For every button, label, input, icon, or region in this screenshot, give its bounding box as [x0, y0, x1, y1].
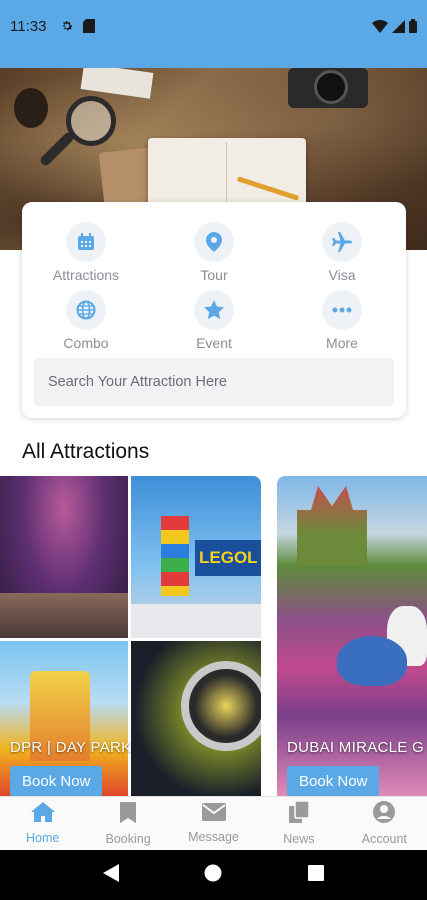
airplane-icon [322, 222, 362, 262]
status-time: 11:33 [10, 18, 47, 35]
sd-card-icon [83, 19, 96, 38]
globe-icon [66, 290, 106, 330]
attraction-card[interactable]: LEGOL DPR | DAY PARK Book Now [0, 476, 261, 796]
category-label: Attractions [52, 267, 120, 283]
calendar-icon [66, 222, 106, 262]
category-combo[interactable]: Combo [22, 290, 150, 351]
nav-item-news[interactable]: News [256, 797, 341, 850]
status-bar: 11:33 [0, 0, 427, 68]
category-attractions[interactable]: Attractions [22, 222, 150, 283]
home-circle-icon[interactable] [204, 864, 222, 887]
recents-square-icon[interactable] [308, 864, 325, 886]
category-label: Combo [63, 335, 109, 351]
category-card: Attractions Tour Visa Combo Event More S… [22, 202, 406, 418]
nav-label: News [283, 832, 315, 846]
category-grid: Attractions Tour Visa Combo Event More [22, 222, 406, 351]
category-label: More [326, 335, 358, 351]
book-now-button[interactable]: Book Now [10, 766, 103, 796]
nav-item-message[interactable]: Message [171, 797, 256, 850]
nav-item-home[interactable]: Home [0, 797, 85, 850]
back-icon[interactable] [102, 863, 119, 887]
signal-icon [392, 19, 405, 38]
envelope-icon [201, 803, 226, 826]
settings-gear-icon [60, 19, 74, 38]
attraction-name: DUBAI MIRACLE G [287, 739, 425, 756]
attraction-card[interactable]: DUBAI MIRACLE G Book Now [277, 476, 427, 796]
nav-label: Message [188, 830, 239, 844]
search-input[interactable] [34, 358, 394, 406]
category-visa[interactable]: Visa [278, 222, 406, 283]
home-icon [30, 802, 55, 827]
map-pin-icon [194, 222, 234, 262]
nav-label: Account [361, 832, 407, 846]
category-more[interactable]: More [278, 290, 406, 351]
section-title: All Attractions [22, 440, 150, 463]
bottom-navigation: Home Booking Message News Account [0, 796, 427, 850]
category-label: Tour [200, 267, 228, 283]
documents-icon [288, 800, 310, 828]
attraction-name: DPR | DAY PARK [10, 739, 132, 756]
bookmark-icon [120, 801, 137, 828]
attraction-image [0, 476, 128, 638]
category-event[interactable]: Event [150, 290, 278, 351]
star-icon [194, 290, 234, 330]
more-dots-icon [322, 290, 362, 330]
category-tour[interactable]: Tour [150, 222, 278, 283]
attraction-image: LEGOL [131, 476, 261, 638]
user-circle-icon [373, 801, 396, 828]
battery-icon [409, 19, 417, 38]
category-label: Event [196, 335, 232, 351]
attraction-image [131, 641, 261, 796]
nav-item-account[interactable]: Account [342, 797, 427, 850]
system-navigation-bar [0, 850, 427, 900]
wifi-icon [372, 19, 388, 38]
book-now-button[interactable]: Book Now [287, 766, 380, 796]
nav-label: Home [26, 831, 60, 845]
nav-label: Booking [105, 831, 151, 846]
nav-item-booking[interactable]: Booking [85, 797, 170, 850]
category-label: Visa [328, 267, 356, 283]
